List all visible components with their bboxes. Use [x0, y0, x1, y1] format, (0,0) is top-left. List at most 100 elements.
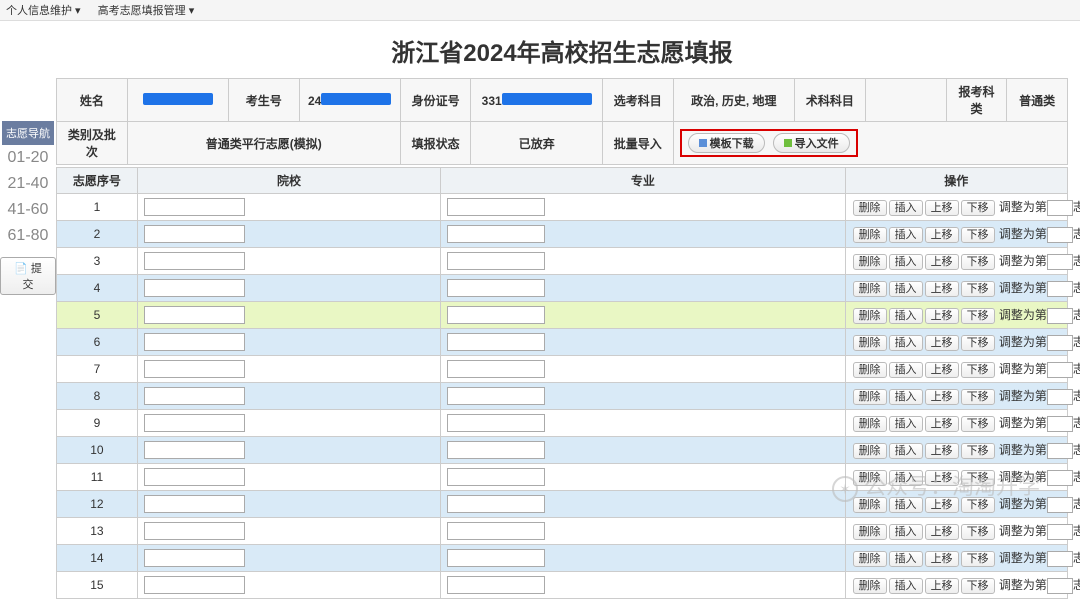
move-up-button[interactable]: 上移	[925, 335, 959, 351]
move-down-button[interactable]: 下移	[961, 551, 995, 567]
adjust-input[interactable]	[1047, 578, 1073, 594]
school-input[interactable]	[144, 279, 246, 297]
insert-button[interactable]: 插入	[889, 416, 923, 432]
insert-button[interactable]: 插入	[889, 578, 923, 594]
adjust-input[interactable]	[1047, 200, 1073, 216]
delete-button[interactable]: 删除	[853, 443, 887, 459]
move-up-button[interactable]: 上移	[925, 578, 959, 594]
move-down-button[interactable]: 下移	[961, 470, 995, 486]
move-down-button[interactable]: 下移	[961, 524, 995, 540]
move-down-button[interactable]: 下移	[961, 362, 995, 378]
move-up-button[interactable]: 上移	[925, 551, 959, 567]
move-up-button[interactable]: 上移	[925, 443, 959, 459]
adjust-input[interactable]	[1047, 362, 1073, 378]
major-input[interactable]	[447, 522, 545, 540]
delete-button[interactable]: 删除	[853, 227, 887, 243]
adjust-input[interactable]	[1047, 227, 1073, 243]
insert-button[interactable]: 插入	[889, 254, 923, 270]
move-down-button[interactable]: 下移	[961, 254, 995, 270]
adjust-input[interactable]	[1047, 254, 1073, 270]
school-input[interactable]	[144, 198, 246, 216]
school-input[interactable]	[144, 549, 246, 567]
move-up-button[interactable]: 上移	[925, 308, 959, 324]
major-input[interactable]	[447, 360, 545, 378]
nav-range-21-40[interactable]: 21-40	[0, 171, 56, 197]
school-input[interactable]	[144, 306, 246, 324]
move-down-button[interactable]: 下移	[961, 308, 995, 324]
major-input[interactable]	[447, 252, 545, 270]
nav-range-01-20[interactable]: 01-20	[0, 145, 56, 171]
major-input[interactable]	[447, 468, 545, 486]
delete-button[interactable]: 删除	[853, 200, 887, 216]
major-input[interactable]	[447, 387, 545, 405]
insert-button[interactable]: 插入	[889, 362, 923, 378]
nav-range-41-60[interactable]: 41-60	[0, 197, 56, 223]
insert-button[interactable]: 插入	[889, 497, 923, 513]
adjust-input[interactable]	[1047, 470, 1073, 486]
insert-button[interactable]: 插入	[889, 524, 923, 540]
move-down-button[interactable]: 下移	[961, 200, 995, 216]
insert-button[interactable]: 插入	[889, 200, 923, 216]
delete-button[interactable]: 删除	[853, 362, 887, 378]
adjust-input[interactable]	[1047, 551, 1073, 567]
school-input[interactable]	[144, 522, 246, 540]
insert-button[interactable]: 插入	[889, 308, 923, 324]
template-download-button[interactable]: 模板下载	[688, 133, 765, 153]
major-input[interactable]	[447, 333, 545, 351]
major-input[interactable]	[447, 198, 545, 216]
move-down-button[interactable]: 下移	[961, 578, 995, 594]
move-down-button[interactable]: 下移	[961, 389, 995, 405]
school-input[interactable]	[144, 495, 246, 513]
school-input[interactable]	[144, 387, 246, 405]
move-up-button[interactable]: 上移	[925, 254, 959, 270]
delete-button[interactable]: 删除	[853, 416, 887, 432]
insert-button[interactable]: 插入	[889, 470, 923, 486]
move-up-button[interactable]: 上移	[925, 470, 959, 486]
school-input[interactable]	[144, 252, 246, 270]
move-up-button[interactable]: 上移	[925, 362, 959, 378]
major-input[interactable]	[447, 549, 545, 567]
insert-button[interactable]: 插入	[889, 551, 923, 567]
delete-button[interactable]: 删除	[853, 470, 887, 486]
adjust-input[interactable]	[1047, 389, 1073, 405]
school-input[interactable]	[144, 414, 246, 432]
delete-button[interactable]: 删除	[853, 524, 887, 540]
import-file-button[interactable]: 导入文件	[773, 133, 850, 153]
school-input[interactable]	[144, 441, 246, 459]
school-input[interactable]	[144, 360, 246, 378]
school-input[interactable]	[144, 333, 246, 351]
major-input[interactable]	[447, 279, 545, 297]
move-up-button[interactable]: 上移	[925, 497, 959, 513]
move-up-button[interactable]: 上移	[925, 524, 959, 540]
move-down-button[interactable]: 下移	[961, 497, 995, 513]
adjust-input[interactable]	[1047, 497, 1073, 513]
adjust-input[interactable]	[1047, 335, 1073, 351]
school-input[interactable]	[144, 576, 246, 594]
insert-button[interactable]: 插入	[889, 443, 923, 459]
major-input[interactable]	[447, 495, 545, 513]
move-up-button[interactable]: 上移	[925, 227, 959, 243]
major-input[interactable]	[447, 306, 545, 324]
move-down-button[interactable]: 下移	[961, 227, 995, 243]
move-down-button[interactable]: 下移	[961, 416, 995, 432]
move-down-button[interactable]: 下移	[961, 335, 995, 351]
delete-button[interactable]: 删除	[853, 497, 887, 513]
insert-button[interactable]: 插入	[889, 335, 923, 351]
submit-button[interactable]: 📄 提交	[0, 257, 56, 295]
delete-button[interactable]: 删除	[853, 551, 887, 567]
move-up-button[interactable]: 上移	[925, 389, 959, 405]
major-input[interactable]	[447, 414, 545, 432]
insert-button[interactable]: 插入	[889, 281, 923, 297]
adjust-input[interactable]	[1047, 308, 1073, 324]
delete-button[interactable]: 删除	[853, 335, 887, 351]
delete-button[interactable]: 删除	[853, 281, 887, 297]
move-down-button[interactable]: 下移	[961, 443, 995, 459]
nav-range-61-80[interactable]: 61-80	[0, 223, 56, 249]
adjust-input[interactable]	[1047, 443, 1073, 459]
major-input[interactable]	[447, 441, 545, 459]
delete-button[interactable]: 删除	[853, 389, 887, 405]
delete-button[interactable]: 删除	[853, 254, 887, 270]
move-down-button[interactable]: 下移	[961, 281, 995, 297]
major-input[interactable]	[447, 576, 545, 594]
insert-button[interactable]: 插入	[889, 389, 923, 405]
